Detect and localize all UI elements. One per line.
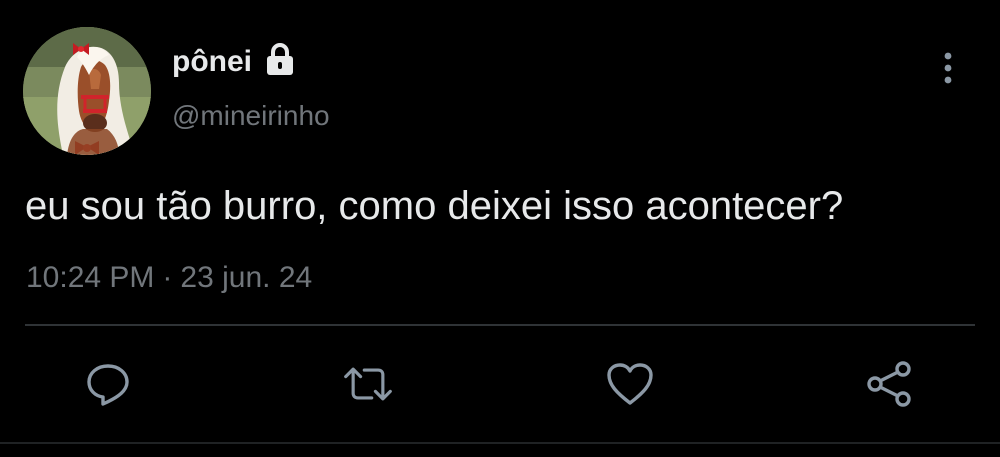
share-button[interactable]: [864, 358, 916, 410]
display-name[interactable]: pônei: [172, 42, 252, 82]
like-button[interactable]: [604, 358, 656, 410]
reply-button[interactable]: [82, 358, 134, 410]
reply-icon: [87, 364, 129, 406]
tweet-timestamp[interactable]: 10:24 PM · 23 jun. 24: [26, 258, 312, 298]
lock-icon: [264, 43, 296, 77]
heart-icon: [607, 363, 653, 405]
name-row: pônei: [172, 42, 296, 82]
retweet-button[interactable]: [342, 358, 394, 410]
divider: [25, 324, 975, 326]
share-icon: [867, 361, 911, 407]
meta-separator: ·: [162, 261, 173, 294]
tweet-card: pônei @mineirinho eu sou tão burro, como…: [0, 0, 1000, 457]
tweet-date: 23 jun. 24: [180, 261, 313, 294]
more-options-button[interactable]: [930, 48, 966, 88]
retweet-icon: [344, 367, 392, 401]
tweet-text: eu sou tão burro, como deixei isso acont…: [25, 184, 844, 228]
avatar[interactable]: [23, 27, 151, 155]
bottom-divider: [0, 442, 1000, 444]
tweet-time: 10:24 PM: [26, 261, 155, 294]
pony-avatar-icon: [23, 27, 151, 155]
user-handle[interactable]: @mineirinho: [172, 97, 330, 135]
more-vertical-icon: [944, 52, 952, 84]
